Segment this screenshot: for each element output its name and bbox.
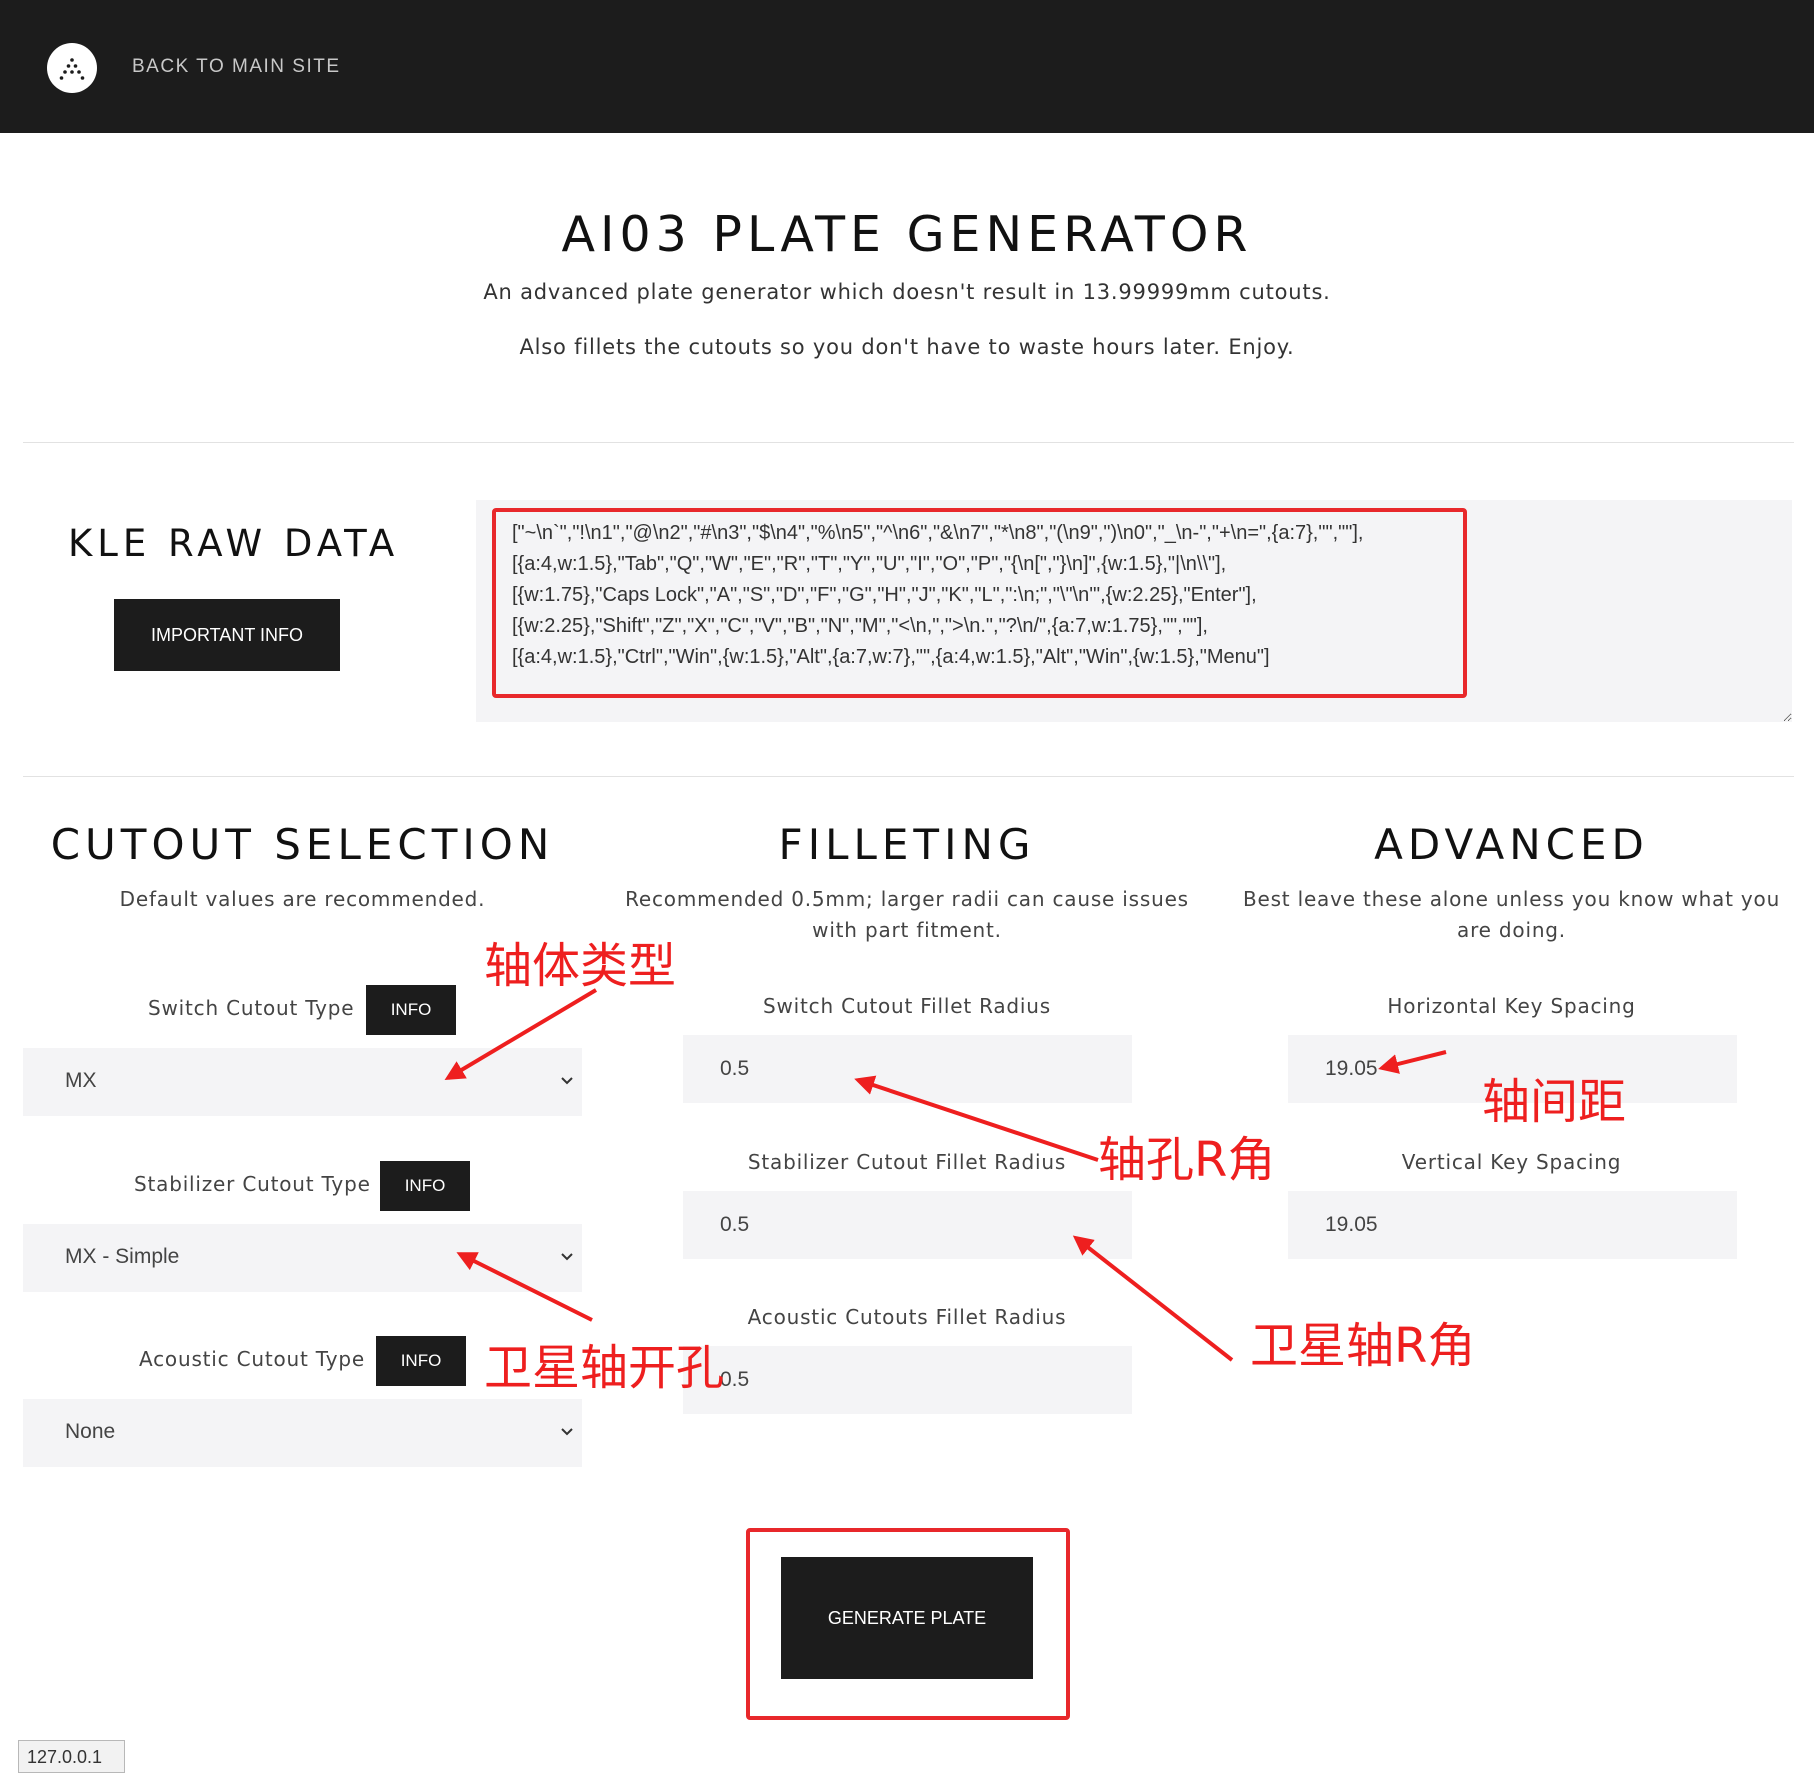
generate-plate-button[interactable]: GENERATE PLATE (781, 1557, 1033, 1679)
switch-cutout-info-button[interactable]: INFO (366, 985, 456, 1035)
vertical-key-spacing-input[interactable]: 19.05 (1288, 1191, 1737, 1259)
chevron-down-icon (561, 1253, 573, 1261)
kle-raw-data-textarea[interactable]: ["~\n`","!\n1","@\n2","#\n3","$\n4","%\n… (476, 500, 1792, 722)
chevron-down-icon (561, 1077, 573, 1085)
annotation-switch-fillet: 轴孔R角 (1098, 1132, 1276, 1188)
stabilizer-fillet-radius-value: 0.5 (720, 1213, 750, 1236)
subtitle-line-2: Also fillets the cutouts so you don't ha… (519, 335, 1295, 359)
subtitle-line-1: An advanced plate generator which doesn'… (483, 280, 1331, 304)
top-nav-bar: BACK TO MAIN SITE (0, 0, 1814, 133)
back-to-main-site-link[interactable]: BACK TO MAIN SITE (132, 56, 341, 78)
advanced-description: Best leave these alone unless you know w… (1242, 887, 1781, 942)
switch-cutout-type-label: Switch Cutout Type (148, 996, 355, 1020)
vertical-key-spacing-label: Vertical Key Spacing (1401, 1150, 1622, 1174)
switch-cutout-type-select[interactable]: MX (23, 1048, 582, 1116)
switch-fillet-radius-input[interactable]: 0.5 (683, 1035, 1132, 1103)
acoustic-cutout-type-select[interactable]: None (23, 1399, 582, 1467)
cutout-selection-description: Default values are recommended. (119, 887, 486, 911)
important-info-button[interactable]: IMPORTANT INFO (114, 599, 340, 671)
section-divider (23, 776, 1794, 777)
horizontal-key-spacing-label: Horizontal Key Spacing (1387, 994, 1636, 1018)
annotation-stab-cutout: 卫星轴开孔 (484, 1340, 725, 1396)
vertical-key-spacing-value: 19.05 (1325, 1213, 1378, 1236)
annotation-switch-type: 轴体类型 (484, 938, 677, 994)
stabilizer-cutout-type-label: Stabilizer Cutout Type (134, 1172, 371, 1196)
horizontal-key-spacing-value: 19.05 (1325, 1057, 1378, 1080)
advanced-heading: ADVANCED (1374, 820, 1649, 869)
switch-cutout-type-value: MX (65, 1069, 97, 1092)
stabilizer-cutout-type-value: MX - Simple (65, 1245, 180, 1268)
switch-fillet-radius-value: 0.5 (720, 1057, 750, 1080)
acoustic-fillet-radius-input[interactable]: 0.5 (683, 1346, 1132, 1414)
filleting-heading: FILLETING (778, 820, 1036, 869)
kle-raw-data-field: ["~\n`","!\n1","@\n2","#\n3","$\n4","%\n… (476, 500, 1792, 722)
stabilizer-cutout-info-button[interactable]: INFO (380, 1161, 470, 1211)
kle-raw-data-heading: KLE RAW DATA (68, 522, 400, 565)
section-divider (23, 442, 1794, 443)
status-bar-url: 127.0.0.1 (18, 1740, 125, 1773)
chevron-down-icon (561, 1428, 573, 1436)
stabilizer-fillet-radius-input[interactable]: 0.5 (683, 1191, 1132, 1259)
cutout-selection-heading: CUTOUT SELECTION (50, 820, 555, 869)
filleting-description: Recommended 0.5mm; larger radii can caus… (625, 887, 1189, 942)
acoustic-cutout-type-label: Acoustic Cutout Type (139, 1347, 365, 1371)
annotation-stab-fillet: 卫星轴R角 (1250, 1318, 1476, 1374)
triangle-dots-logo-icon (59, 58, 85, 80)
acoustic-fillet-radius-label: Acoustic Cutouts Fillet Radius (747, 1305, 1067, 1329)
annotation-key-spacing: 轴间距 (1482, 1074, 1627, 1130)
switch-fillet-radius-label: Switch Cutout Fillet Radius (763, 994, 1051, 1018)
page-title: AI03 PLATE GENERATOR (561, 206, 1253, 263)
site-logo[interactable] (47, 43, 97, 93)
acoustic-cutout-type-value: None (65, 1420, 116, 1443)
acoustic-fillet-radius-value: 0.5 (720, 1368, 750, 1391)
acoustic-cutout-info-button[interactable]: INFO (376, 1336, 466, 1386)
stabilizer-cutout-type-select[interactable]: MX - Simple (23, 1224, 582, 1292)
